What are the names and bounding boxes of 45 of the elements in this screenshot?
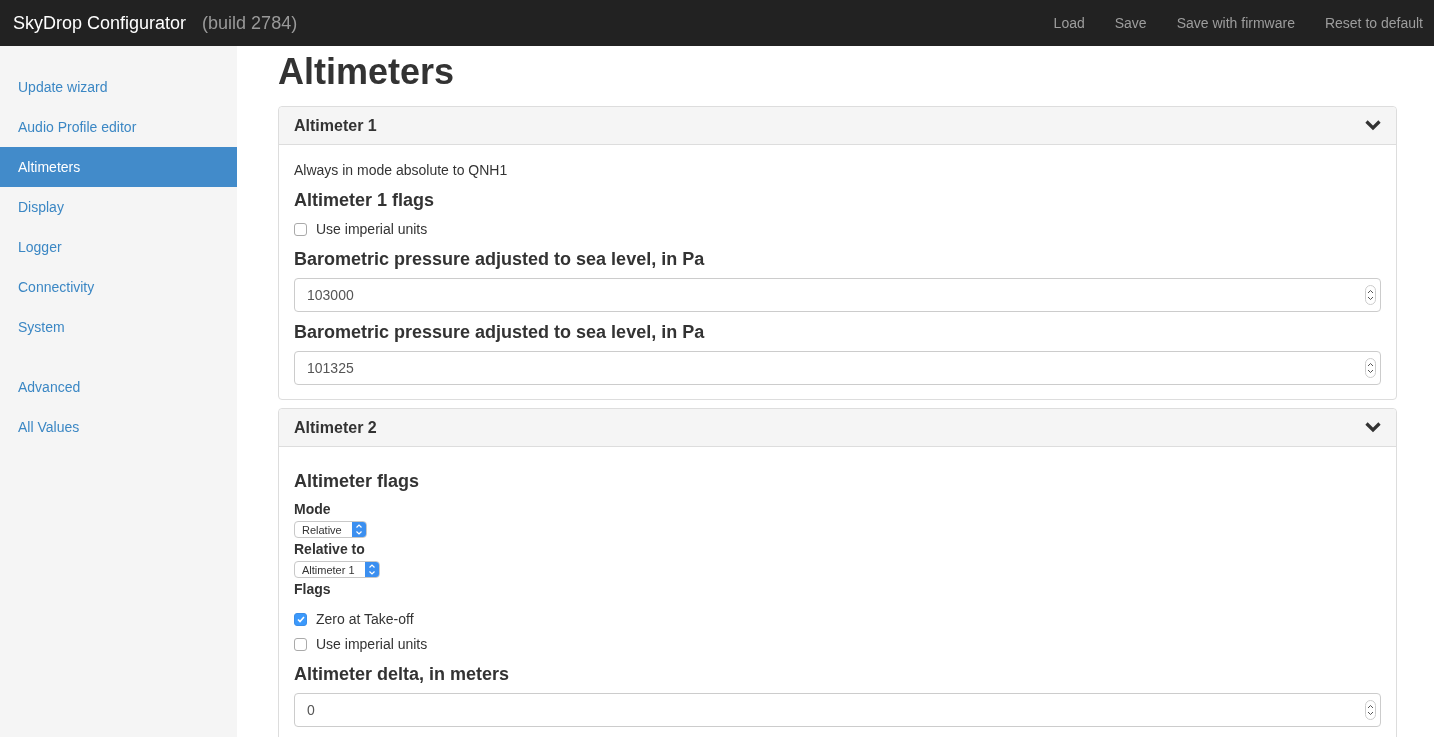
sidebar-item[interactable]: Advanced: [0, 367, 237, 407]
field-label: Mode: [294, 500, 332, 518]
build-number: (build 2784): [202, 12, 298, 34]
checkbox-label[interactable]: Zero at Take-off: [316, 611, 414, 627]
sidebar-item[interactable]: Display: [0, 187, 237, 227]
sidebar-item[interactable]: All Values: [0, 407, 237, 447]
nav-link[interactable]: Save with firmware: [1161, 0, 1310, 46]
field-label: Flags: [294, 580, 332, 598]
select-dropdown[interactable]: Relative: [294, 521, 367, 538]
sidebar-item[interactable]: Connectivity: [0, 267, 237, 307]
spinner-icon[interactable]: [1365, 700, 1376, 720]
description-text: Always in mode absolute to QNH1: [294, 161, 509, 180]
number-field[interactable]: 103000: [294, 278, 1381, 312]
field-label: Relative to: [294, 540, 366, 558]
app-title[interactable]: SkyDrop Configurator: [13, 12, 187, 34]
number-field[interactable]: 0: [294, 693, 1381, 727]
updown-arrows-icon: [351, 522, 366, 537]
sidebar-item[interactable]: Logger: [0, 227, 237, 267]
section-heading: Altimeter delta, in meters: [294, 664, 511, 684]
nav-link[interactable]: Load: [1038, 0, 1100, 46]
nav-link[interactable]: Reset to default: [1309, 0, 1434, 46]
section-heading: Barometric pressure adjusted to sea level, in Pa: [294, 249, 706, 269]
sidebar-item[interactable]: System: [0, 307, 237, 347]
checkbox-label[interactable]: Use imperial units: [316, 636, 428, 652]
number-field[interactable]: 101325: [294, 351, 1381, 385]
spinner-icon[interactable]: [1365, 285, 1376, 305]
nav-link[interactable]: Save: [1099, 0, 1162, 46]
section-heading: Altimeter 1 flags: [294, 190, 436, 210]
checkbox[interactable]: [294, 637, 307, 651]
updown-arrows-icon: [364, 562, 379, 577]
spinner-icon[interactable]: [1365, 358, 1376, 378]
sidebar-item[interactable]: Audio Profile editor: [0, 107, 237, 147]
chevron-down-icon[interactable]: [1365, 422, 1381, 433]
checkbox[interactable]: [294, 612, 307, 626]
sidebar-item[interactable]: Update wizard: [0, 67, 237, 107]
panel-title: Altimeter 2: [294, 418, 377, 437]
section-heading: Barometric pressure adjusted to sea level, in Pa: [294, 322, 706, 342]
section-heading: Altimeter flags: [294, 471, 421, 491]
sidebar-item[interactable]: Altimeters: [0, 147, 237, 187]
checkbox-label[interactable]: Use imperial units: [316, 221, 428, 237]
chevron-down-icon[interactable]: [1365, 120, 1381, 131]
page-title: Altimeters: [278, 52, 456, 92]
checkbox[interactable]: [294, 222, 307, 236]
panel-title: Altimeter 1: [294, 116, 377, 135]
select-dropdown[interactable]: Altimeter 1: [294, 561, 380, 578]
